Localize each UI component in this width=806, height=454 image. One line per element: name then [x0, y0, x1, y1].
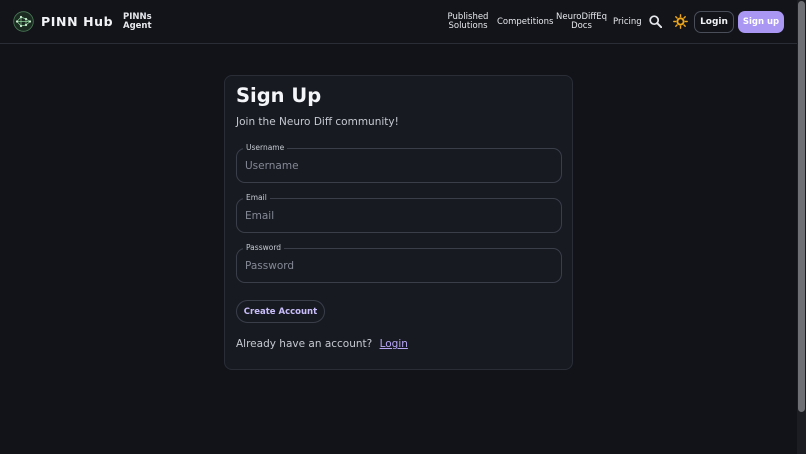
sun-theme-icon[interactable]: [673, 14, 688, 29]
signup-card: Sign Up Join the Neuro Diff community! U…: [224, 75, 573, 370]
nav-link-pricing[interactable]: Pricing: [613, 18, 642, 27]
username-input[interactable]: [245, 158, 545, 174]
search-icon[interactable]: [649, 15, 662, 28]
signup-button[interactable]: Sign up: [738, 11, 784, 33]
create-account-button[interactable]: Create Account: [236, 300, 325, 323]
password-input[interactable]: [245, 258, 545, 274]
password-label: Password: [243, 243, 285, 253]
nav-link-neurodiffeq-docs[interactable]: NeuroDiffEq Docs: [556, 13, 607, 31]
login-prompt: Already have an account? Login: [236, 338, 408, 350]
login-button[interactable]: Login: [694, 11, 734, 33]
nav-link-published-solutions[interactable]: Published Solutions: [446, 13, 490, 31]
email-label: Email: [243, 193, 270, 203]
nav-link-competitions[interactable]: Competitions: [497, 18, 553, 27]
login-prompt-text: Already have an account?: [236, 338, 373, 350]
signup-subtitle: Join the Neuro Diff community!: [236, 116, 399, 128]
nav-link-pinns-agent[interactable]: PINNs Agent: [123, 13, 163, 31]
pinn-hub-logo-icon: [13, 11, 34, 32]
brand-name: PINN Hub: [41, 14, 114, 29]
password-field: Password: [236, 243, 562, 283]
login-link[interactable]: Login: [380, 338, 408, 350]
page-title: Sign Up: [236, 84, 322, 107]
username-field: Username: [236, 143, 562, 183]
scrollbar-thumb[interactable]: [798, 1, 805, 412]
username-label: Username: [243, 143, 288, 153]
top-navbar: PINN Hub PINNs Agent Published Solutions…: [0, 0, 797, 44]
brand-home-link[interactable]: PINN Hub: [13, 11, 113, 32]
email-input[interactable]: [245, 208, 545, 224]
email-field: Email: [236, 193, 562, 233]
